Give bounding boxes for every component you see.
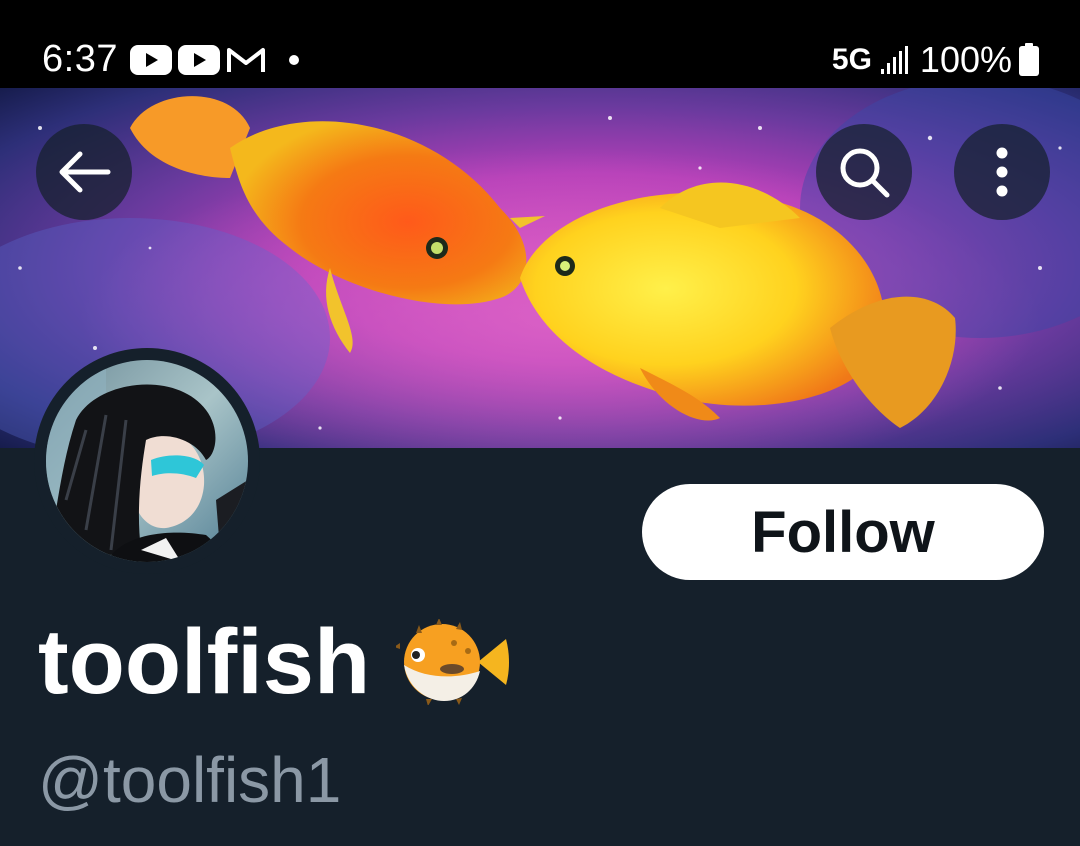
arrow-left-icon xyxy=(59,151,111,193)
youtube-icon xyxy=(178,45,220,75)
search-button[interactable] xyxy=(816,124,912,220)
display-name-row: toolfish xyxy=(38,612,510,712)
status-time: 6:37 xyxy=(42,38,118,80)
battery-icon xyxy=(1019,43,1039,76)
user-handle: @toolfish1 xyxy=(38,744,342,816)
avatar-image xyxy=(46,360,248,562)
signal-icon xyxy=(880,46,908,74)
back-button[interactable] xyxy=(36,124,132,220)
status-right-group: 5G 100% xyxy=(831,39,1040,80)
blowfish-emoji xyxy=(396,619,510,705)
dot-icon xyxy=(289,55,299,65)
more-options-button[interactable] xyxy=(954,124,1050,220)
avatar-image-wrap xyxy=(46,360,248,562)
battery-percent: 100% xyxy=(919,39,1012,80)
search-icon xyxy=(840,148,890,198)
display-name: toolfish xyxy=(38,611,371,713)
more-vertical-icon xyxy=(996,147,1008,197)
avatar[interactable] xyxy=(34,348,260,574)
follow-button[interactable]: Follow xyxy=(642,484,1044,580)
youtube-icon xyxy=(130,45,172,75)
status-bar: 6:37 5G 100% xyxy=(0,0,1080,88)
gmail-icon xyxy=(227,48,265,72)
network-label: 5G xyxy=(831,43,872,76)
